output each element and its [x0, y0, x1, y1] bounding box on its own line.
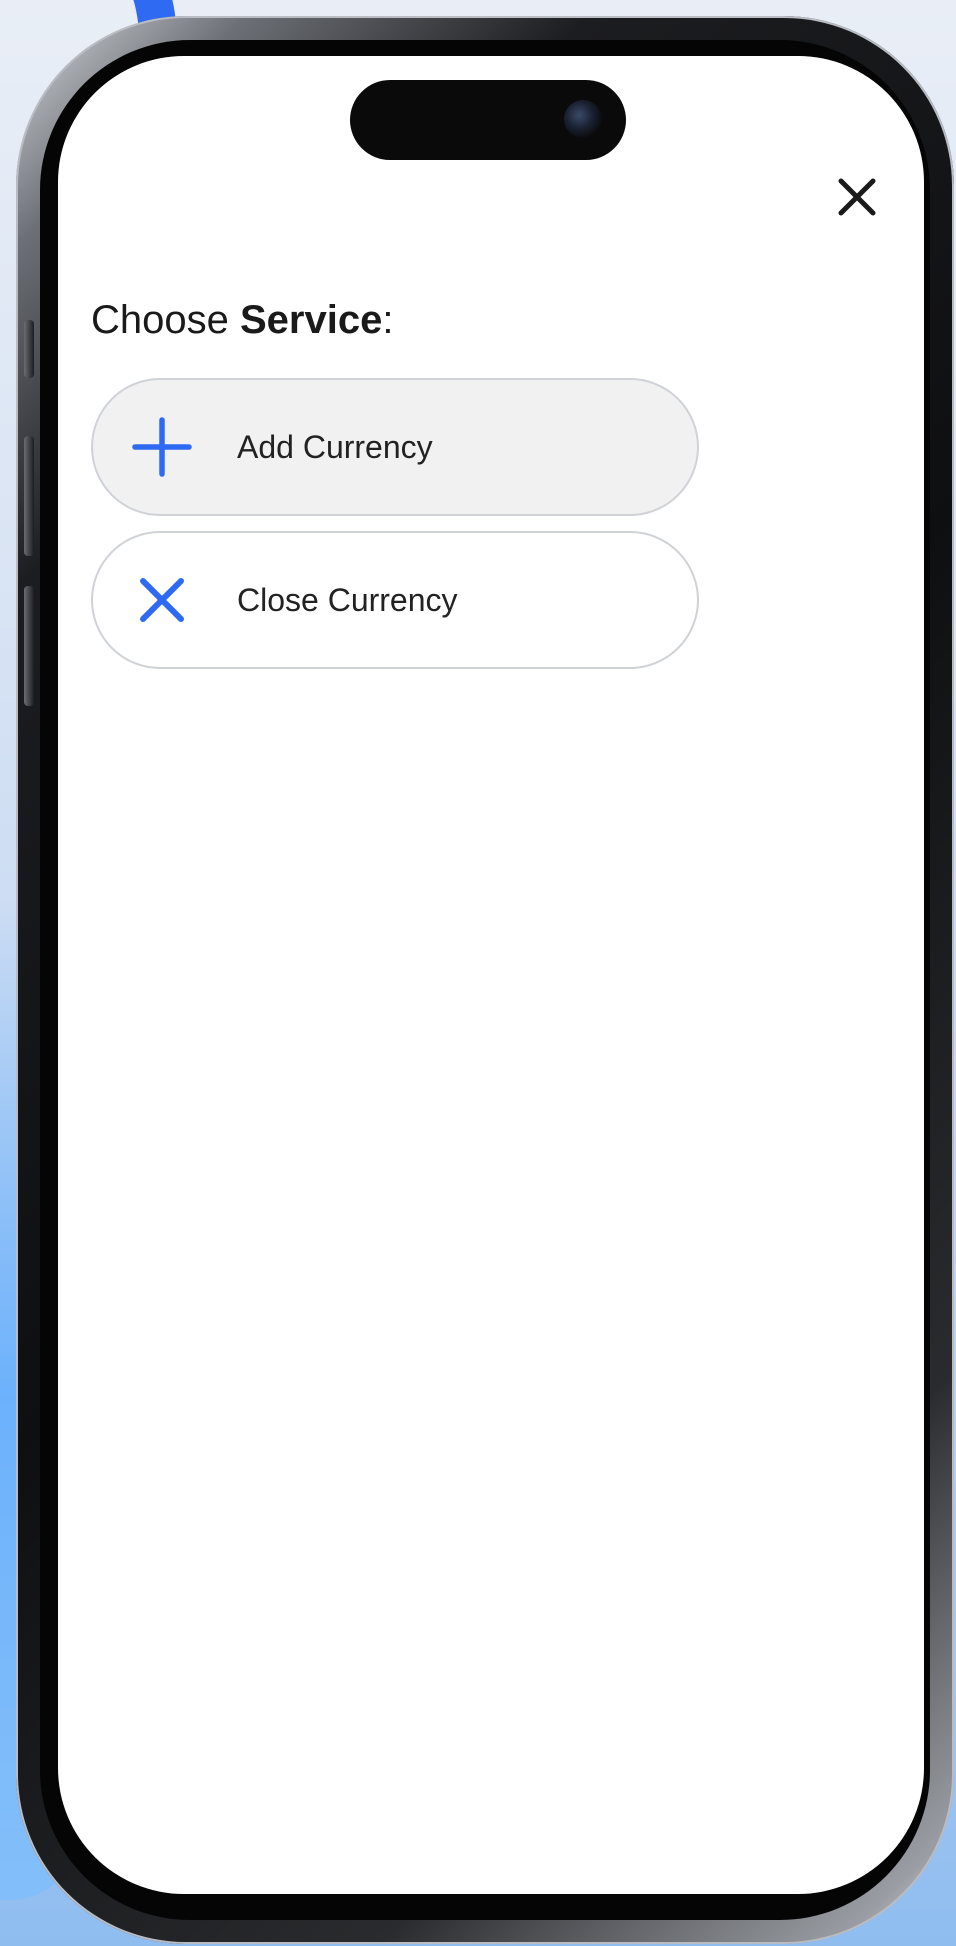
title-prefix: Choose — [91, 298, 240, 342]
page-title: Choose Service: — [91, 298, 393, 343]
camera-icon — [564, 100, 602, 138]
x-icon — [140, 578, 184, 622]
plus-icon — [132, 417, 192, 477]
close-icon — [838, 178, 876, 216]
silent-switch — [24, 320, 34, 378]
volume-up-button — [24, 436, 34, 556]
close-button[interactable] — [832, 172, 882, 222]
close-currency-button[interactable]: Close Currency — [91, 531, 699, 669]
volume-down-button — [24, 586, 34, 706]
add-currency-button[interactable]: Add Currency — [91, 378, 699, 516]
close-currency-label: Close Currency — [237, 581, 458, 618]
title-bold: Service — [239, 298, 383, 342]
dynamic-island — [350, 80, 626, 160]
title-suffix: : — [382, 298, 394, 342]
add-currency-label: Add Currency — [237, 428, 433, 465]
phone-screen: Choose Service: Add Currency Close Curre… — [58, 56, 924, 1894]
